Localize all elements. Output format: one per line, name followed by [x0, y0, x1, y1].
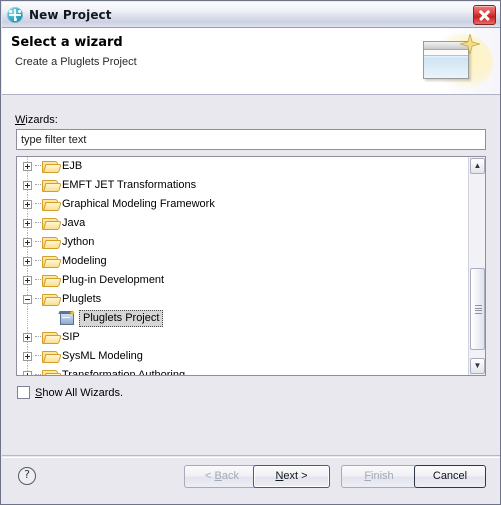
cancel-button[interactable]: Cancel: [414, 465, 486, 488]
folder-icon: [42, 159, 62, 173]
sparkle-icon: [460, 34, 480, 54]
tree-item-ejb[interactable]: EJB: [17, 157, 468, 176]
expander-plus-icon[interactable]: [23, 180, 32, 190]
new-project-dialog: New Project Select a wizard Create a Plu…: [0, 0, 501, 505]
tree-item-sysml-modeling[interactable]: SysML Modeling: [17, 347, 468, 366]
finish-button[interactable]: Finish: [341, 465, 417, 488]
scrollbar-grip-icon: [475, 305, 482, 314]
folder-icon: [42, 178, 62, 192]
back-button[interactable]: < Back: [184, 465, 260, 488]
expander-plus-icon[interactable]: [23, 370, 32, 375]
tree-item-transformation-authoring[interactable]: Transformation Authoring: [17, 366, 468, 375]
tree-item-java[interactable]: Java: [17, 214, 468, 233]
tree-item-label: EMFT JET Transformations: [62, 179, 197, 191]
expander-plus-icon[interactable]: [23, 237, 32, 247]
window-title: New Project: [29, 7, 112, 22]
tree-item-label: Jython: [62, 236, 95, 248]
wizard-filter-input[interactable]: [16, 129, 486, 150]
tree-item-label: Graphical Modeling Framework: [62, 198, 215, 210]
tree-item-label: Modeling: [62, 255, 107, 267]
expander-plus-icon[interactable]: [23, 161, 32, 171]
folder-icon: [42, 216, 62, 230]
expander-plus-icon[interactable]: [23, 256, 32, 266]
tree-item-pluglets-project[interactable]: ✦ Pluglets Project: [17, 309, 468, 328]
pluglets-project-icon: ✦: [58, 309, 76, 326]
titlebar: New Project: [2, 2, 500, 28]
folder-icon: [42, 254, 62, 268]
folder-icon: [42, 273, 62, 287]
tree-item-label: SysML Modeling: [62, 350, 143, 362]
folder-icon: [42, 330, 62, 344]
tree-item-label: SIP: [62, 331, 80, 343]
expander-minus-icon[interactable]: [23, 294, 32, 304]
tree-item-jython[interactable]: Jython: [17, 233, 468, 252]
tree-item-label: EJB: [62, 160, 83, 172]
wizard-header: Select a wizard Create a Pluglets Projec…: [2, 28, 500, 95]
wizards-label-mnemonic: W: [15, 114, 26, 126]
tree-item-label: Transformation Authoring: [62, 369, 186, 375]
show-all-wizards-label: Show All Wizards.: [35, 386, 124, 399]
expander-plus-icon[interactable]: [23, 199, 32, 209]
wizard-tree[interactable]: EJB EMFT JET Transformations Graphical M…: [16, 156, 486, 376]
close-icon[interactable]: [473, 4, 496, 25]
help-icon[interactable]: ?: [18, 467, 36, 485]
folder-icon: [42, 292, 62, 306]
folder-icon: [42, 235, 62, 249]
wizards-label-rest: izards:: [25, 114, 58, 126]
wizards-label: Wizards:: [15, 114, 58, 126]
wizard-tree-rows: EJB EMFT JET Transformations Graphical M…: [17, 157, 468, 375]
scroll-up-icon[interactable]: ▲: [470, 158, 485, 174]
tree-item-sip[interactable]: SIP: [17, 328, 468, 347]
expander-plus-icon[interactable]: [23, 351, 32, 361]
tree-item-modeling[interactable]: Modeling: [17, 252, 468, 271]
tree-item-plug-in-development[interactable]: Plug-in Development: [17, 271, 468, 290]
folder-icon: [42, 197, 62, 211]
expander-plus-icon[interactable]: [23, 332, 32, 342]
tree-item-label: Plug-in Development: [62, 274, 165, 286]
scroll-down-icon[interactable]: ▼: [470, 358, 485, 374]
tree-item-pluglets[interactable]: Pluglets: [17, 290, 468, 309]
tree-item-emft-jet-transformations[interactable]: EMFT JET Transformations: [17, 176, 468, 195]
tree-item-label: Pluglets: [62, 293, 102, 305]
expander-plus-icon[interactable]: [23, 218, 32, 228]
eclipse-globe-icon: [7, 6, 23, 23]
expander-plus-icon[interactable]: [23, 275, 32, 285]
tree-item-label: Java: [62, 217, 86, 229]
checkbox-box-icon[interactable]: [17, 386, 30, 399]
scrollbar-thumb[interactable]: [470, 268, 485, 350]
show-all-wizards-checkbox[interactable]: Show All Wizards.: [17, 386, 123, 399]
next-button[interactable]: Next >: [253, 465, 330, 488]
tree-item-label: Pluglets Project: [79, 309, 164, 327]
folder-icon: [42, 349, 62, 363]
tree-vertical-scrollbar[interactable]: ▲ ▼: [468, 157, 485, 375]
new-project-wizard-banner-icon: [413, 28, 500, 94]
folder-icon: [42, 368, 62, 375]
tree-item-graphical-modeling-framework[interactable]: Graphical Modeling Framework: [17, 195, 468, 214]
